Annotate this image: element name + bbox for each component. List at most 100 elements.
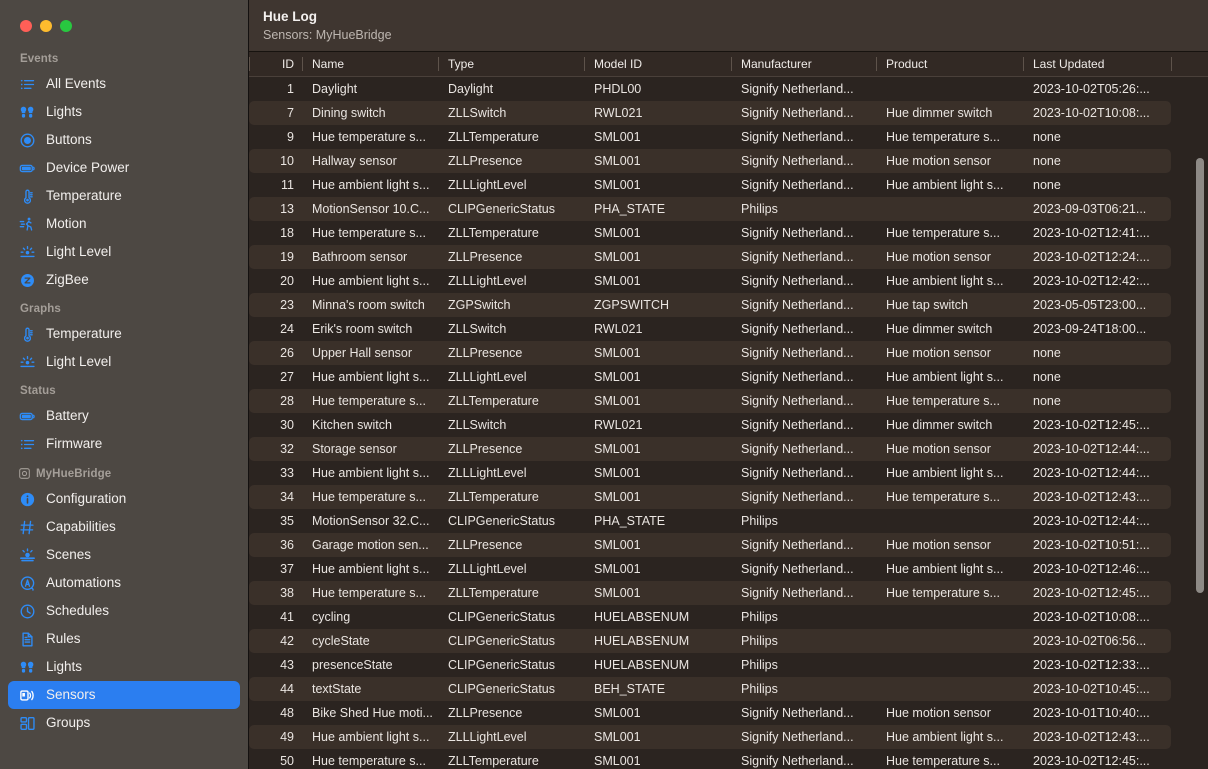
table-row[interactable]: 26Upper Hall sensorZLLPresenceSML001Sign… [249,341,1208,365]
bulbs-icon [18,658,36,676]
cell-name: Upper Hall sensor [302,341,438,365]
sidebar-item-light-level[interactable]: Light Level [8,348,240,376]
table-row[interactable]: 44textStateCLIPGenericStatusBEH_STATEPhi… [249,677,1208,701]
sidebar-item-light-level[interactable]: Light Level [8,238,240,266]
cell-product: Hue ambient light s... [876,269,1023,293]
cell-product: Hue ambient light s... [876,725,1023,749]
sidebar-item-zigbee[interactable]: ZigBee [8,266,240,294]
sidebar-item-battery[interactable]: Battery [8,402,240,430]
table-row[interactable]: 20Hue ambient light s...ZLLLightLevelSML… [249,269,1208,293]
table-row[interactable]: 24Erik's room switchZLLSwitchRWL021Signi… [249,317,1208,341]
cell-last-updated: 2023-10-02T12:46:... [1023,557,1171,581]
sidebar-item-automations[interactable]: Automations [8,569,240,597]
sidebar-item-label: Motion [46,217,87,232]
sidebar-item-lights[interactable]: Lights [8,653,240,681]
cell-manufacturer: Signify Netherland... [731,317,876,341]
cell-type: ZGPSwitch [438,293,584,317]
cell-manufacturer: Philips [731,509,876,533]
table-row[interactable]: 35MotionSensor 32.C...CLIPGenericStatusP… [249,509,1208,533]
column-header-name[interactable]: Name [302,52,438,76]
table-row[interactable]: 28Hue temperature s...ZLLTemperatureSML0… [249,389,1208,413]
cell-last-updated: 2023-10-02T10:08:... [1023,101,1171,125]
sidebar-item-buttons[interactable]: Buttons [8,126,240,154]
table-row[interactable]: 37Hue ambient light s...ZLLLightLevelSML… [249,557,1208,581]
cell-name: textState [302,677,438,701]
sidebar-section-title: Status [20,385,56,397]
cell-id: 24 [249,317,302,341]
sidebar-item-device-power[interactable]: Device Power [8,154,240,182]
cell-last-updated: none [1023,125,1171,149]
cell-name: Dining switch [302,101,438,125]
sidebar-item-schedules[interactable]: Schedules [8,597,240,625]
cell-model-id: SML001 [584,245,731,269]
column-header-last-updated[interactable]: Last Updated [1023,52,1171,76]
column-header-product[interactable]: Product [876,52,1023,76]
sidebar-item-lights[interactable]: Lights [8,98,240,126]
table-row[interactable]: 10Hallway sensorZLLPresenceSML001Signify… [249,149,1208,173]
table-row[interactable]: 7Dining switchZLLSwitchRWL021Signify Net… [249,101,1208,125]
table-row[interactable]: 41cyclingCLIPGenericStatusHUELABSENUMPhi… [249,605,1208,629]
cell-last-updated: 2023-09-24T18:00... [1023,317,1171,341]
sidebar-item-firmware[interactable]: Firmware [8,430,240,458]
column-header-model-id[interactable]: Model ID [584,52,731,76]
button-icon [18,131,36,149]
cell-product [876,629,1023,653]
table-row[interactable]: 13MotionSensor 10.C...CLIPGenericStatusP… [249,197,1208,221]
minimize-button[interactable] [40,20,52,32]
table-row[interactable]: 11Hue ambient light s...ZLLLightLevelSML… [249,173,1208,197]
sidebar-item-capabilities[interactable]: Capabilities [8,513,240,541]
column-header-type[interactable]: Type [438,52,584,76]
bulbs-icon [18,103,36,121]
sidebar-item-temperature[interactable]: Temperature [8,182,240,210]
table-row[interactable]: 34Hue temperature s...ZLLTemperatureSML0… [249,485,1208,509]
table-row[interactable]: 18Hue temperature s...ZLLTemperatureSML0… [249,221,1208,245]
sidebar-item-groups[interactable]: Groups [8,709,240,737]
table-column-headers: IDNameTypeModel IDManufacturerProductLas… [249,52,1208,77]
sidebar-item-motion[interactable]: Motion [8,210,240,238]
sidebar: EventsAll EventsLightsButtonsDevice Powe… [0,0,248,769]
thermometer-icon [18,187,36,205]
cell-type: ZLLTemperature [438,581,584,605]
vertical-scrollbar-thumb[interactable] [1196,158,1204,593]
table-row[interactable]: 50Hue temperature s...ZLLTemperatureSML0… [249,749,1208,769]
table-row[interactable]: 23Minna's room switchZGPSwitchZGPSWITCHS… [249,293,1208,317]
table-row[interactable]: 32Storage sensorZLLPresenceSML001Signify… [249,437,1208,461]
sidebar-item-scenes[interactable]: Scenes [8,541,240,569]
cell-manufacturer: Signify Netherland... [731,149,876,173]
cell-name: Garage motion sen... [302,533,438,557]
table-row[interactable]: 9Hue temperature s...ZLLTemperatureSML00… [249,125,1208,149]
table-row[interactable]: 1DaylightDaylightPHDL00Signify Netherlan… [249,77,1208,101]
sidebar-item-temperature[interactable]: Temperature [8,320,240,348]
sidebar-section-title: MyHueBridge [36,468,111,480]
table-row[interactable]: 48Bike Shed Hue moti...ZLLPresenceSML001… [249,701,1208,725]
list-icon [18,75,36,93]
table-row[interactable]: 36Garage motion sen...ZLLPresenceSML001S… [249,533,1208,557]
cell-manufacturer: Signify Netherland... [731,77,876,101]
sidebar-item-rules[interactable]: Rules [8,625,240,653]
cell-model-id: HUELABSENUM [584,605,731,629]
column-header-manufacturer[interactable]: Manufacturer [731,52,876,76]
column-header-id[interactable]: ID [249,52,302,76]
sidebar-item-all-events[interactable]: All Events [8,70,240,98]
cell-last-updated: 2023-10-02T12:24:... [1023,245,1171,269]
cell-model-id: RWL021 [584,413,731,437]
table-row[interactable]: 43presenceStateCLIPGenericStatusHUELABSE… [249,653,1208,677]
table-row[interactable]: 42cycleStateCLIPGenericStatusHUELABSENUM… [249,629,1208,653]
sidebar-item-label: Temperature [46,327,122,342]
cell-product [876,197,1023,221]
sidebar-item-configuration[interactable]: Configuration [8,485,240,513]
vertical-scrollbar-track[interactable] [1192,78,1208,769]
cell-model-id: RWL021 [584,101,731,125]
cell-product: Hue dimmer switch [876,101,1023,125]
table-row[interactable]: 19Bathroom sensorZLLPresenceSML001Signif… [249,245,1208,269]
close-button[interactable] [20,20,32,32]
cell-name: Hue ambient light s... [302,173,438,197]
table-row[interactable]: 27Hue ambient light s...ZLLLightLevelSML… [249,365,1208,389]
zoom-button[interactable] [60,20,72,32]
table-row[interactable]: 49Hue ambient light s...ZLLLightLevelSML… [249,725,1208,749]
cell-manufacturer: Signify Netherland... [731,365,876,389]
table-row[interactable]: 30Kitchen switchZLLSwitchRWL021Signify N… [249,413,1208,437]
table-row[interactable]: 38Hue temperature s...ZLLTemperatureSML0… [249,581,1208,605]
table-row[interactable]: 33Hue ambient light s...ZLLLightLevelSML… [249,461,1208,485]
sidebar-item-sensors[interactable]: Sensors [8,681,240,709]
